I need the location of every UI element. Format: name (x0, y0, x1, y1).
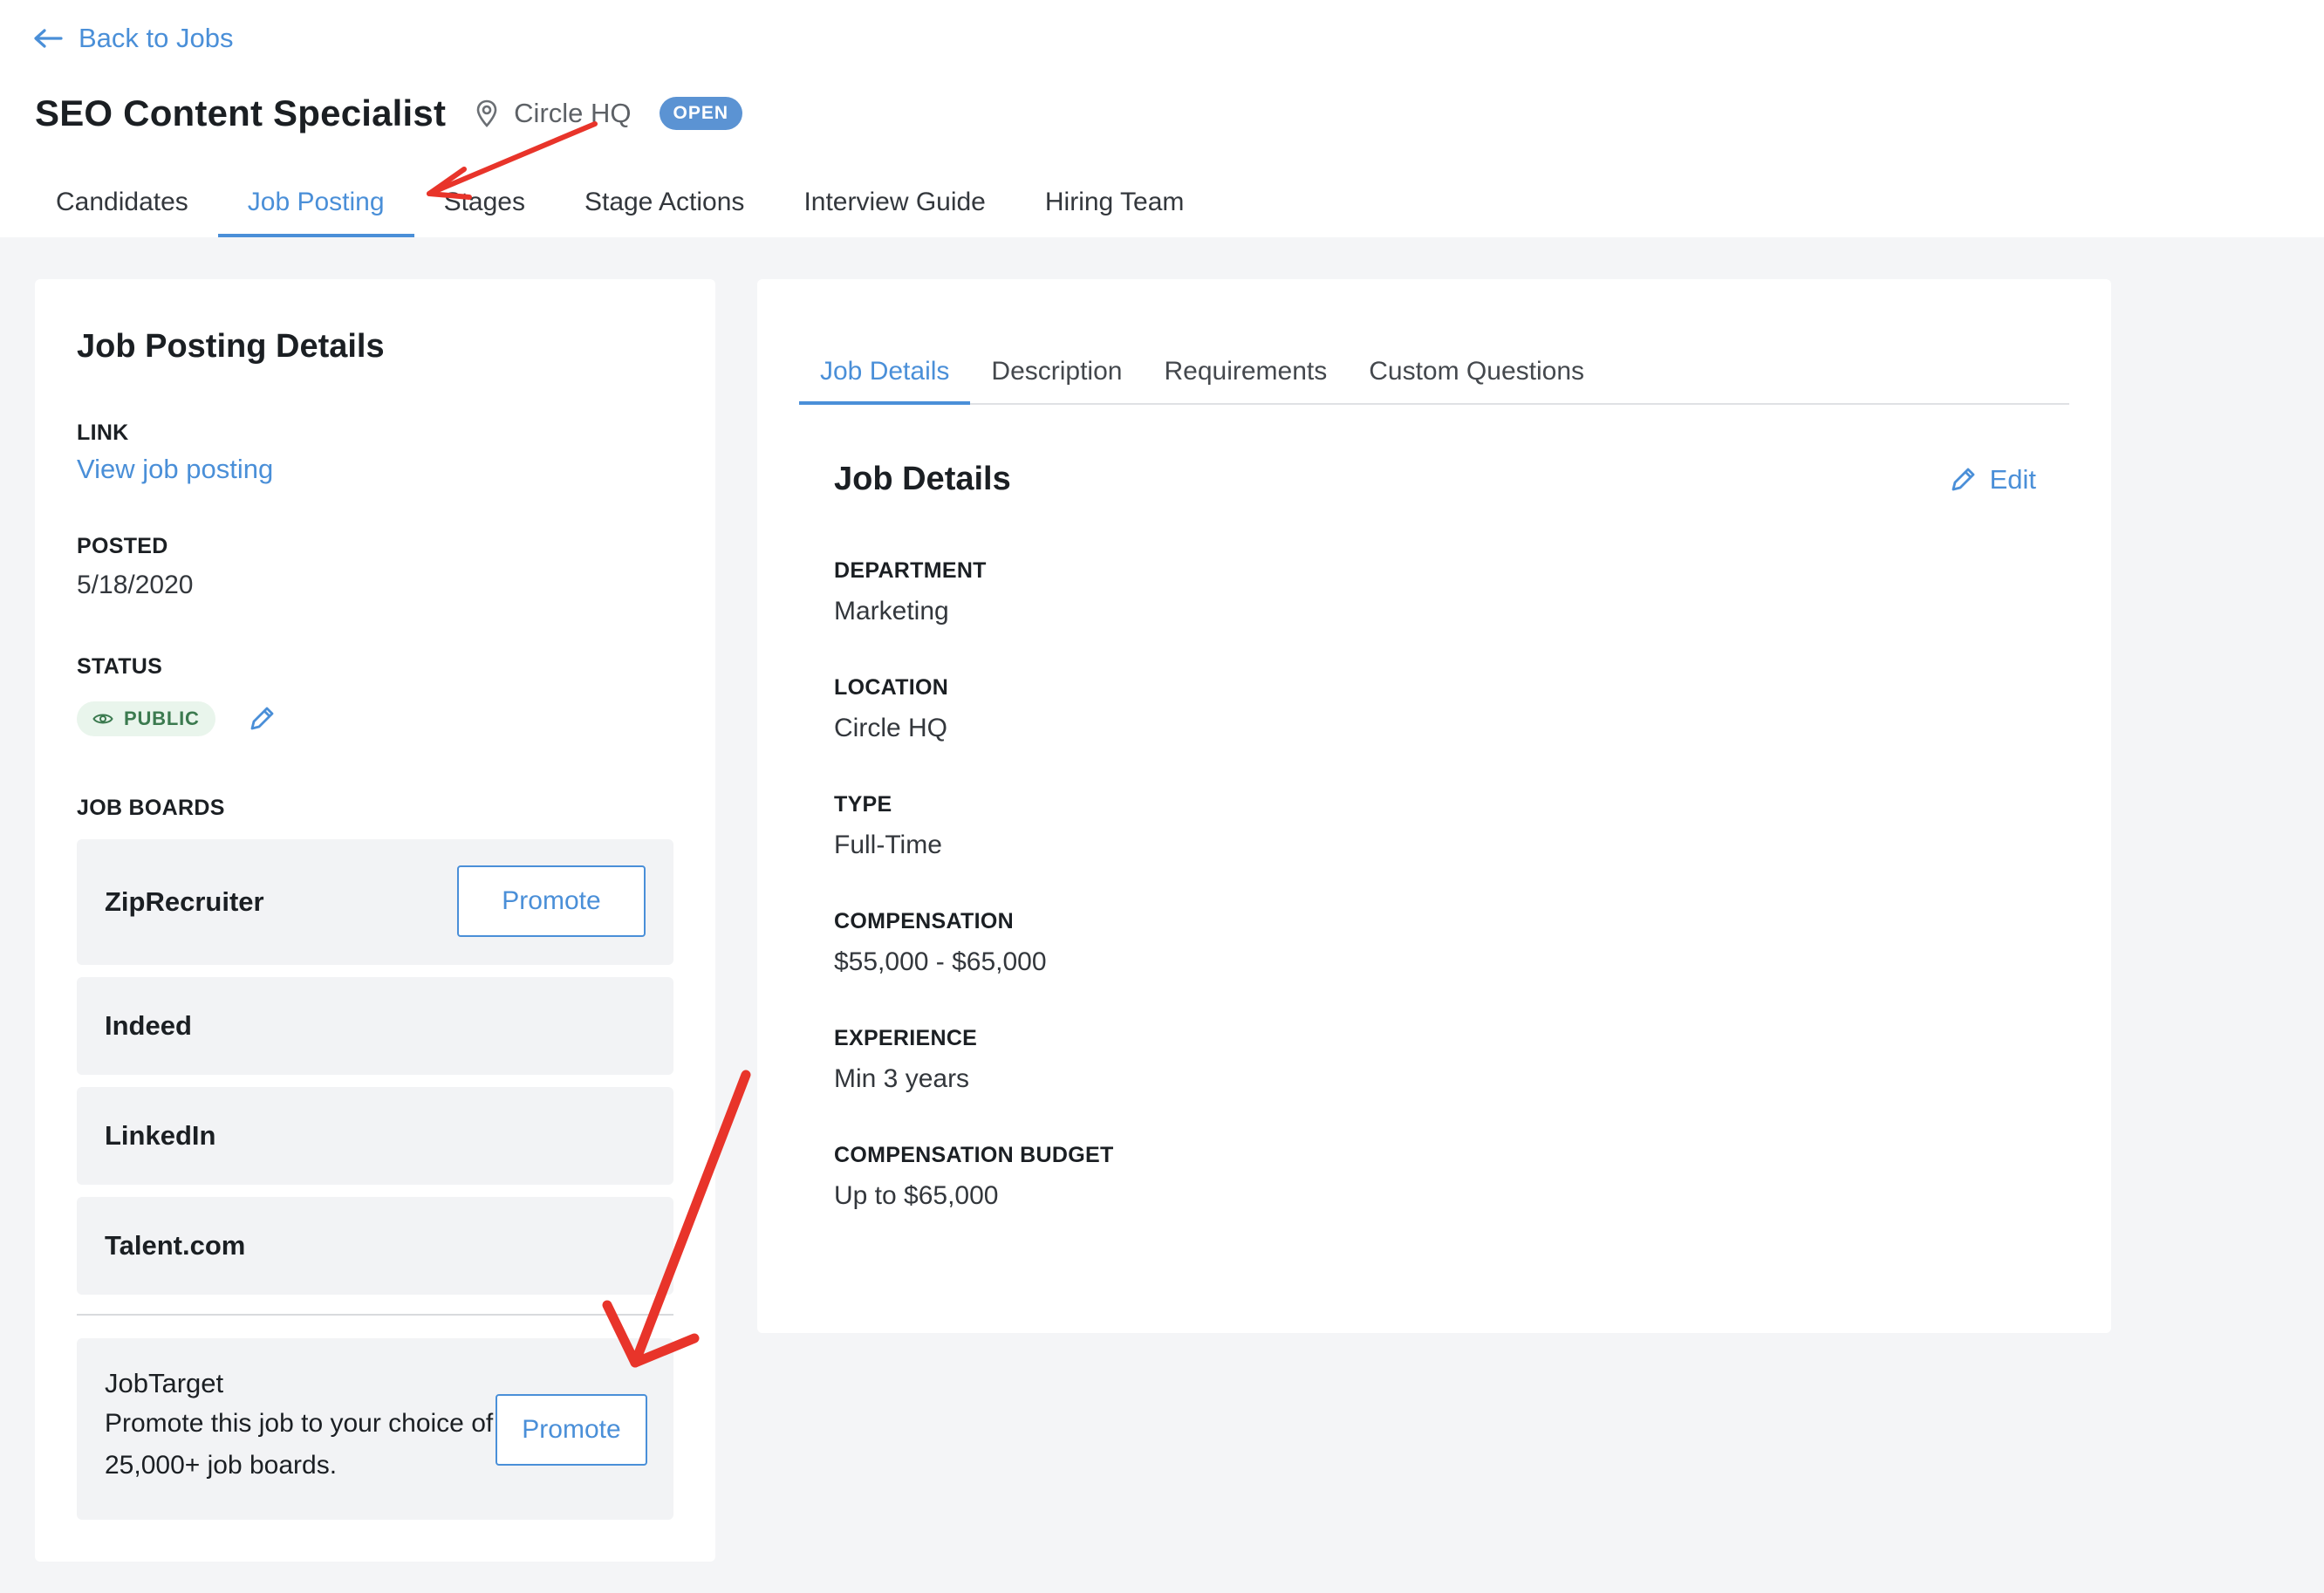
job-board-jobtarget: JobTarget Promote this job to your choic… (77, 1338, 673, 1520)
tab-job-details[interactable]: Job Details (799, 345, 971, 405)
job-details-title: Job Details (834, 461, 1011, 497)
compensation-value: $55,000 - $65,000 (834, 947, 1047, 976)
job-board-name: LinkedIn (105, 1120, 216, 1151)
job-posting-details-title: Job Posting Details (77, 328, 385, 365)
job-board-name: Talent.com (105, 1230, 246, 1261)
promote-ziprecruiter-button[interactable]: Promote (457, 865, 646, 937)
tab-custom-questions[interactable]: Custom Questions (1348, 345, 1605, 403)
job-board-name: Indeed (105, 1010, 192, 1041)
edit-status-button[interactable] (247, 704, 277, 734)
compensation-budget-label: COMPENSATION BUDGET (834, 1143, 1114, 1167)
job-location-label: Circle HQ (514, 98, 632, 128)
view-job-posting-link[interactable]: View job posting (77, 454, 273, 485)
map-pin-icon (476, 99, 497, 127)
posted-value: 5/18/2020 (77, 571, 194, 599)
location-label: LOCATION (834, 675, 949, 700)
job-boards-divider (77, 1314, 673, 1316)
arrow-left-icon (34, 29, 63, 48)
experience-label: EXPERIENCE (834, 1026, 978, 1050)
job-boards-label: JOB BOARDS (77, 796, 225, 820)
back-to-jobs-link[interactable]: Back to Jobs (33, 23, 233, 54)
edit-label: Edit (1989, 464, 2036, 495)
main-tabs: Candidates Job Posting Stages Stage Acti… (26, 181, 1213, 237)
public-status-label: PUBLIC (124, 708, 200, 729)
type-value: Full-Time (834, 831, 942, 859)
back-to-jobs-label: Back to Jobs (79, 23, 234, 53)
public-status-badge: PUBLIC (77, 701, 215, 736)
tab-interview-guide[interactable]: Interview Guide (774, 181, 1015, 237)
department-value: Marketing (834, 597, 949, 626)
job-details-tabs: Job Details Description Requirements Cus… (799, 345, 2069, 405)
tab-description[interactable]: Description (970, 345, 1143, 403)
compensation-label: COMPENSATION (834, 909, 1014, 933)
job-title-row: SEO Content Specialist Circle HQ OPEN (35, 92, 743, 134)
jobtarget-description: Promote this job to your choice of 25,00… (105, 1409, 494, 1480)
job-status-badge: OPEN (659, 97, 743, 130)
job-board-linkedin: LinkedIn (77, 1087, 673, 1185)
job-board-ziprecruiter: ZipRecruiter Promote (77, 839, 673, 965)
job-board-name: ZipRecruiter (105, 886, 264, 917)
job-board-indeed: Indeed (77, 977, 673, 1075)
page-header: Back to Jobs SEO Content Specialist Circ… (0, 0, 2324, 237)
compensation-budget-value: Up to $65,000 (834, 1181, 999, 1210)
tab-stage-actions[interactable]: Stage Actions (555, 181, 774, 237)
tab-stages[interactable]: Stages (414, 181, 555, 237)
tab-candidates[interactable]: Candidates (26, 181, 218, 237)
type-label: TYPE (834, 792, 892, 817)
pencil-icon (250, 707, 274, 730)
tab-hiring-team[interactable]: Hiring Team (1015, 181, 1214, 237)
status-row: PUBLIC (77, 701, 277, 736)
promote-jobtarget-button[interactable]: Promote (496, 1394, 647, 1466)
job-board-talent: Talent.com (77, 1197, 673, 1295)
job-posting-details-card: Job Posting Details LINK View job postin… (35, 279, 715, 1562)
tab-requirements[interactable]: Requirements (1143, 345, 1348, 403)
experience-value: Min 3 years (834, 1064, 970, 1093)
jobtarget-name: JobTarget (105, 1368, 224, 1398)
tab-job-posting[interactable]: Job Posting (217, 181, 414, 237)
job-title: SEO Content Specialist (35, 92, 447, 133)
link-label: LINK (77, 420, 129, 445)
status-label: STATUS (77, 654, 163, 679)
pencil-icon (1951, 468, 1974, 491)
location-value: Circle HQ (834, 714, 948, 742)
job-details-card: Job Details Description Requirements Cus… (757, 279, 2111, 1333)
department-label: DEPARTMENT (834, 558, 987, 583)
job-location: Circle HQ (475, 98, 632, 129)
posted-label: POSTED (77, 534, 168, 558)
edit-job-details-button[interactable]: Edit (1948, 464, 2036, 496)
eye-icon (92, 714, 113, 724)
